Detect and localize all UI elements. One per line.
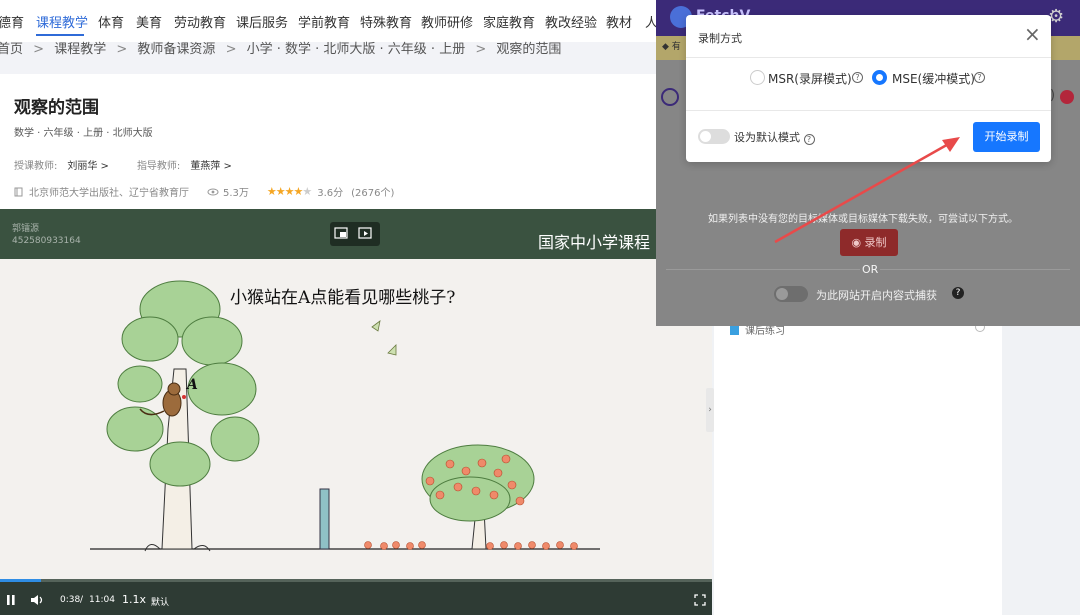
breadcrumb-home[interactable]: 首页 (0, 42, 23, 57)
nav-item-preschool[interactable]: 学前教育 (298, 12, 350, 31)
progress-fill (0, 579, 41, 582)
dialog-divider (686, 57, 1051, 58)
default-help-icon[interactable]: ? (803, 134, 815, 145)
start-recording-button[interactable]: 开始录制 (973, 122, 1040, 152)
sniff-toggle[interactable] (774, 286, 808, 302)
watermark-id: 452580933164 (12, 236, 81, 246)
nav-item-pe[interactable]: 体育 (98, 12, 124, 31)
breadcrumb-grade[interactable]: 小学 · 数学 · 北师大版 · 六年级 · 上册 (247, 42, 466, 57)
breadcrumb-course[interactable]: 课程教学 (54, 42, 106, 57)
course-meta: 北京师范大学出版社、辽宁省教育厅 5.3万 ★★★★★ 3.6分 (2676个) (14, 184, 394, 199)
teacher-link[interactable]: 刘丽华 > (67, 161, 109, 172)
point-a-label: A (187, 377, 198, 393)
play-circle-icon[interactable] (661, 88, 679, 106)
video-controls: 0:38 / 11:04 1.1x 默认 (0, 579, 712, 615)
fullscreen-icon[interactable] (694, 594, 706, 606)
nav-item-special[interactable]: 特殊教育 (360, 12, 412, 31)
nav-item-afterschool[interactable]: 课后服务 (236, 12, 288, 31)
watermark-name: 郭镭源 (12, 224, 40, 234)
nav-item-family[interactable]: 家庭教育 (483, 12, 535, 31)
nav-item-reform[interactable]: 教改经验 (545, 12, 597, 31)
default-mode-label: 设为默认模式 ? (734, 129, 815, 145)
lesson-list-card (714, 316, 1002, 615)
speed-button[interactable]: 1.1x (122, 593, 146, 606)
msr-radio[interactable] (750, 70, 765, 85)
nav-item-textbook[interactable]: 教材 (606, 12, 632, 31)
default-mode-toggle[interactable] (698, 129, 730, 144)
remove-icon[interactable] (1060, 90, 1074, 104)
notice-text: 有 (671, 42, 681, 52)
close-icon[interactable]: × (1024, 23, 1041, 45)
or-separator: OR (860, 263, 881, 276)
nav-item-teacher-training[interactable]: 教师研修 (421, 12, 473, 31)
warning-icon: ◆ (662, 42, 672, 52)
dialog-divider (686, 110, 1051, 111)
breadcrumb-separator: > (225, 42, 237, 57)
time-separator: / (80, 595, 84, 605)
breadcrumb-current: 观察的范围 (496, 42, 562, 57)
record-button-label: 录制 (864, 236, 887, 249)
nav-item-moral[interactable]: 德育 (0, 12, 24, 31)
course-subtitle: 数学 · 六年级 · 上册 · 北师大版 (14, 128, 153, 139)
current-time: 0:38 (60, 595, 81, 605)
nav-item-arts[interactable]: 美育 (136, 12, 162, 31)
nav-item-labor[interactable]: 劳动教育 (174, 12, 226, 31)
volume-icon[interactable] (30, 594, 44, 606)
video-player[interactable]: 郭镭源 452580933164 国家中小学课程 小猴站在A点能看见哪些桃子? (0, 209, 712, 615)
screenshot-icon[interactable] (358, 227, 374, 241)
eye-icon (207, 188, 219, 195)
teacher-label: 授课教师: (14, 161, 58, 172)
dialog-title: 录制方式 (698, 32, 742, 45)
sniff-label: 为此网站开启内容式捕获 (816, 289, 937, 302)
pause-icon[interactable] (5, 594, 17, 606)
guide-teacher-link[interactable]: 董燕萍 > (190, 161, 232, 172)
page-title: 观察的范围 (14, 98, 99, 118)
breadcrumb-separator: > (475, 42, 487, 57)
default-mode-label-text: 设为默认模式 (734, 131, 800, 144)
rating-stars: ★★★★★ (266, 185, 312, 198)
breadcrumb-resources[interactable]: 教师备课资源 (137, 42, 215, 57)
help-icon[interactable]: ? (952, 287, 964, 299)
illustration (90, 280, 600, 552)
sidebar-toggle-handle[interactable]: › (706, 388, 714, 432)
mse-help-icon[interactable]: ? (974, 72, 985, 83)
teacher-row: 授课教师: 刘丽华 > 指导教师: 董燕萍 > (14, 157, 260, 172)
rating-count: (2676个) (351, 188, 395, 199)
nav-active-underline (36, 34, 84, 36)
views-count: 5.3万 (223, 188, 249, 199)
book-icon (14, 187, 23, 196)
progress-bar[interactable] (0, 579, 712, 582)
mse-label[interactable]: MSE(缓冲模式) (892, 70, 975, 87)
record-mode-dialog: 录制方式 × MSR(录屏模式) ? MSE(缓冲模式) ? 设为默认模式 ? … (686, 15, 1051, 162)
record-button[interactable]: ◉ 录制 (840, 229, 898, 256)
publisher-text: 北京师范大学出版社、辽宁省教育厅 (29, 188, 189, 199)
guide-label: 指导教师: (136, 161, 181, 172)
mse-radio[interactable] (872, 70, 887, 85)
total-time: 11:04 (89, 595, 115, 605)
breadcrumb-separator: > (116, 42, 128, 57)
breadcrumb: 首页 > 课程教学 > 教师备课资源 > 小学 · 数学 · 北师大版 · 六年… (0, 42, 712, 74)
video-overlay-controls (330, 222, 380, 246)
document-icon (730, 324, 739, 335)
watermark: 郭镭源 452580933164 (12, 223, 81, 247)
msr-help-icon[interactable]: ? (852, 72, 863, 83)
record-dot-icon: ◉ (851, 236, 865, 249)
rating-score: 3.6分 (317, 188, 344, 199)
extension-hint: 如果列表中没有您的目标媒体或目标媒体下载失败，可尝试以下方式。 (708, 214, 1018, 225)
breadcrumb-separator: > (33, 42, 45, 57)
video-banner-title: 国家中小学课程 (538, 233, 651, 252)
msr-label[interactable]: MSR(录屏模式) (768, 70, 852, 87)
top-nav: 德育 课程教学 体育 美育 劳动教育 课后服务 学前教育 特殊教育 教师研修 家… (0, 0, 660, 42)
star-empty-icon: ★ (302, 185, 312, 198)
nav-item-course[interactable]: 课程教学 (36, 12, 88, 31)
pip-icon[interactable] (334, 227, 350, 241)
quality-button[interactable]: 默认 (151, 595, 169, 608)
